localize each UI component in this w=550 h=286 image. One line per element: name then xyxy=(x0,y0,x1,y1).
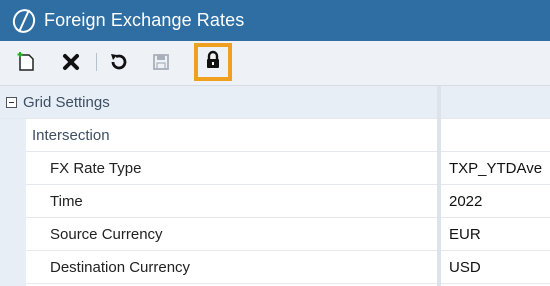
delete-icon[interactable] xyxy=(56,47,86,77)
subsection-value-cell xyxy=(441,119,550,152)
lock-icon xyxy=(203,50,223,75)
row-label: Source Currency xyxy=(26,218,437,251)
intersection-subsection-row: Intersection xyxy=(0,119,550,152)
app-logo-icon xyxy=(10,7,38,35)
row-value[interactable]: TXP_YTDAve xyxy=(441,152,550,185)
table-row[interactable]: FX Rate Type TXP_YTDAve xyxy=(0,152,550,185)
window-title: Foreign Exchange Rates xyxy=(44,10,245,30)
row-value[interactable]: 2022 xyxy=(441,185,550,218)
save-icon[interactable] xyxy=(146,47,176,77)
window-titlebar: Foreign Exchange Rates xyxy=(0,0,550,41)
table-row[interactable]: Source Currency EUR xyxy=(0,218,550,251)
refresh-icon[interactable] xyxy=(104,47,134,77)
collapse-icon[interactable] xyxy=(6,96,17,108)
row-value[interactable]: USD xyxy=(441,251,550,284)
property-grid: Grid Settings Intersection FX Rate Type … xyxy=(0,86,550,286)
grid-settings-section-row[interactable]: Grid Settings xyxy=(0,86,550,119)
toolbar xyxy=(0,41,550,86)
table-row[interactable]: Time 2022 xyxy=(0,185,550,218)
toolbar-separator xyxy=(96,53,97,71)
row-label: Destination Currency xyxy=(26,251,437,284)
lock-button[interactable] xyxy=(194,43,232,81)
section-label: Grid Settings xyxy=(23,93,110,111)
row-label: Time xyxy=(26,185,437,218)
row-value[interactable]: EUR xyxy=(441,218,550,251)
column-divider[interactable] xyxy=(437,86,441,286)
section-value-cell xyxy=(441,86,550,119)
subsection-label: Intersection xyxy=(26,119,437,152)
new-icon[interactable] xyxy=(12,47,42,77)
grid-settings-header[interactable]: Grid Settings xyxy=(0,86,437,119)
table-row[interactable]: Destination Currency USD xyxy=(0,251,550,284)
row-label: FX Rate Type xyxy=(26,152,437,185)
